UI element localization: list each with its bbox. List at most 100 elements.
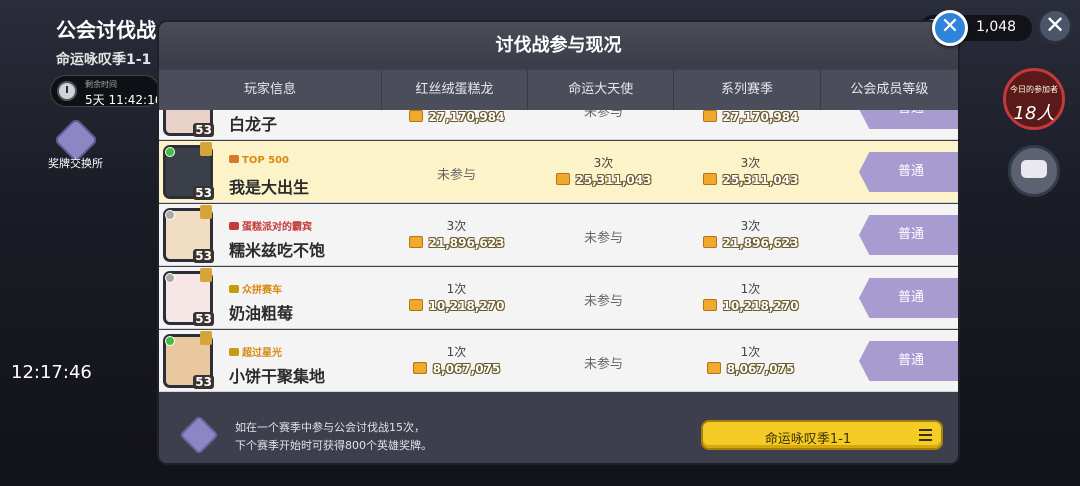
table-row: 53 白龙子 27,170,984 未参与 27,170,984 普通 bbox=[159, 110, 958, 140]
boss1-cell: 未参与 bbox=[383, 141, 530, 203]
series-cell: 27,170,984 bbox=[677, 110, 824, 140]
participants-label: 今日的参加者 bbox=[1010, 85, 1058, 94]
series-times: 3次 bbox=[740, 156, 761, 170]
series-score: 8,067,075 bbox=[677, 362, 824, 376]
avatar[interactable]: 53 bbox=[163, 142, 214, 200]
modal-close-button[interactable]: ✕ bbox=[932, 10, 968, 46]
damage-icon bbox=[702, 173, 717, 185]
column-header-grade: 公会成员等级 bbox=[850, 82, 929, 97]
player-name: 糯米兹吃不饱 bbox=[229, 241, 326, 260]
boss2-score: 25,311,043 bbox=[530, 173, 677, 187]
player-name: 白龙子 bbox=[229, 115, 278, 134]
avatar[interactable]: 53 bbox=[163, 205, 214, 263]
boss2-cell: 未参与 bbox=[530, 110, 677, 140]
boss1-times: 1次 bbox=[446, 282, 467, 296]
title-icon bbox=[229, 155, 239, 163]
damage-icon bbox=[555, 173, 570, 185]
reward-info-line2: 下个赛季开始时可获得800个英雄奖牌。 bbox=[235, 439, 432, 452]
title-icon bbox=[229, 222, 239, 230]
player-title: 蛋糕派对的霸宾 bbox=[229, 218, 312, 233]
damage-icon bbox=[702, 236, 717, 248]
participants-count: 18人 bbox=[1013, 103, 1055, 124]
damage-icon bbox=[408, 236, 423, 248]
series-score: 27,170,984 bbox=[677, 110, 824, 124]
damage-icon bbox=[408, 299, 423, 311]
damage-icon bbox=[702, 299, 717, 311]
damage-icon bbox=[706, 362, 721, 374]
timer-value: 5天 11:42:16 bbox=[85, 93, 163, 107]
damage-icon bbox=[412, 362, 427, 374]
boss1-cell: 1次 10,218,270 bbox=[383, 267, 530, 329]
boss1-cell: 3次 21,896,623 bbox=[383, 204, 530, 266]
boss1-score: 27,170,984 bbox=[383, 110, 530, 124]
rank-icon bbox=[200, 268, 212, 282]
rank-icon bbox=[200, 205, 212, 219]
avatar[interactable]: 53 bbox=[163, 331, 214, 389]
level-badge: 53 bbox=[193, 186, 214, 200]
boss1-cell: 1次 8,067,075 bbox=[383, 330, 530, 392]
boss1-cell: 27,170,984 bbox=[383, 110, 530, 140]
column-header-player: 玩家信息 bbox=[159, 70, 382, 110]
modal-title: 讨伐战参与现况 bbox=[159, 22, 958, 68]
timer-label: 剩余时间 bbox=[85, 80, 117, 89]
boss2-cell: 3次 25,311,043 bbox=[530, 141, 677, 203]
background-subtitle: 命运咏叹季1-1 bbox=[56, 52, 152, 68]
offline-indicator bbox=[165, 210, 175, 220]
rank-icon bbox=[200, 142, 212, 156]
table-row: 53 蛋糕派对的霸宾 糯米兹吃不饱 3次 21,896,623 未参与 3次 2… bbox=[159, 204, 958, 266]
series-score: 10,218,270 bbox=[677, 299, 824, 313]
player-title: 超过星光 bbox=[229, 344, 282, 359]
member-grade-badge[interactable]: 普通 bbox=[859, 152, 958, 192]
system-clock: 12:17:46 bbox=[11, 362, 92, 383]
series-times: 1次 bbox=[740, 345, 761, 359]
today-participants-badge[interactable]: 今日的参加者 18人 bbox=[1003, 68, 1065, 130]
not-participated: 未参与 bbox=[583, 231, 623, 246]
table-row: 53 超过星光 小饼干聚集地 1次 8,067,075 未参与 1次 8,067… bbox=[159, 330, 958, 392]
chat-button[interactable] bbox=[1008, 145, 1060, 197]
background-title: 公会讨伐战 bbox=[56, 18, 156, 42]
boss2-cell: 未参与 bbox=[530, 330, 677, 392]
player-name: 小饼干聚集地 bbox=[229, 367, 326, 386]
column-header-boss1: 红丝绒蛋糕龙 bbox=[382, 70, 529, 110]
column-header-boss2: 命运大天使 bbox=[528, 70, 675, 110]
not-participated: 未参与 bbox=[583, 357, 623, 372]
avatar[interactable]: 53 bbox=[163, 110, 214, 137]
series-times: 1次 bbox=[740, 282, 761, 296]
not-participated: 未参与 bbox=[436, 168, 476, 183]
boss1-score: 8,067,075 bbox=[383, 362, 530, 376]
participation-modal: 讨伐战参与现况 玩家信息 红丝绒蛋糕龙 命运大天使 系列赛季 公会成员等级 53… bbox=[157, 20, 960, 465]
modal-footer: 如在一个赛季中参与公会讨伐战15次， 下个赛季开始时可获得800个英雄奖牌。 命… bbox=[159, 404, 958, 463]
online-indicator bbox=[165, 147, 175, 157]
player-title: TOP 500 bbox=[229, 155, 289, 166]
series-cell: 1次 10,218,270 bbox=[677, 267, 824, 329]
boss1-times: 3次 bbox=[446, 219, 467, 233]
boss1-score: 10,218,270 bbox=[383, 299, 530, 313]
member-grade-badge[interactable]: 普通 bbox=[859, 110, 958, 129]
member-grade-badge[interactable]: 普通 bbox=[859, 278, 958, 318]
menu-icon bbox=[919, 429, 932, 441]
series-times: 3次 bbox=[740, 219, 761, 233]
damage-icon bbox=[408, 110, 423, 122]
background-close-button[interactable]: ✕ bbox=[1037, 8, 1073, 44]
column-header-series: 系列赛季 bbox=[674, 70, 821, 110]
reward-info: 如在一个赛季中参与公会讨伐战15次， 下个赛季开始时可获得800个英雄奖牌。 bbox=[235, 419, 432, 455]
reward-info-line1: 如在一个赛季中参与公会讨伐战15次， bbox=[235, 421, 425, 434]
member-grade-badge[interactable]: 普通 bbox=[859, 341, 958, 381]
avatar[interactable]: 53 bbox=[163, 268, 214, 326]
rank-icon bbox=[200, 331, 212, 345]
damage-icon bbox=[702, 110, 717, 122]
boss2-cell: 未参与 bbox=[530, 267, 677, 329]
participant-list[interactable]: 53 白龙子 27,170,984 未参与 27,170,984 普通 53 T… bbox=[159, 110, 958, 402]
medal-exchange-label[interactable]: 奖牌交换所 bbox=[48, 155, 103, 171]
boss2-times: 3次 bbox=[593, 156, 614, 170]
member-grade-badge[interactable]: 普通 bbox=[859, 215, 958, 255]
clock-icon bbox=[57, 81, 77, 101]
table-header: 玩家信息 红丝绒蛋糕龙 命运大天使 系列赛季 公会成员等级 bbox=[159, 70, 958, 110]
season-select-button[interactable]: 命运咏叹季1-1 bbox=[701, 420, 943, 450]
remaining-timer: 剩余时间 5天 11:42:16 bbox=[50, 75, 163, 107]
level-badge: 53 bbox=[193, 123, 214, 137]
title-icon bbox=[229, 348, 239, 356]
level-badge: 53 bbox=[193, 249, 214, 263]
player-name: 我是大出生 bbox=[229, 178, 310, 197]
boss1-score: 21,896,623 bbox=[383, 236, 530, 250]
